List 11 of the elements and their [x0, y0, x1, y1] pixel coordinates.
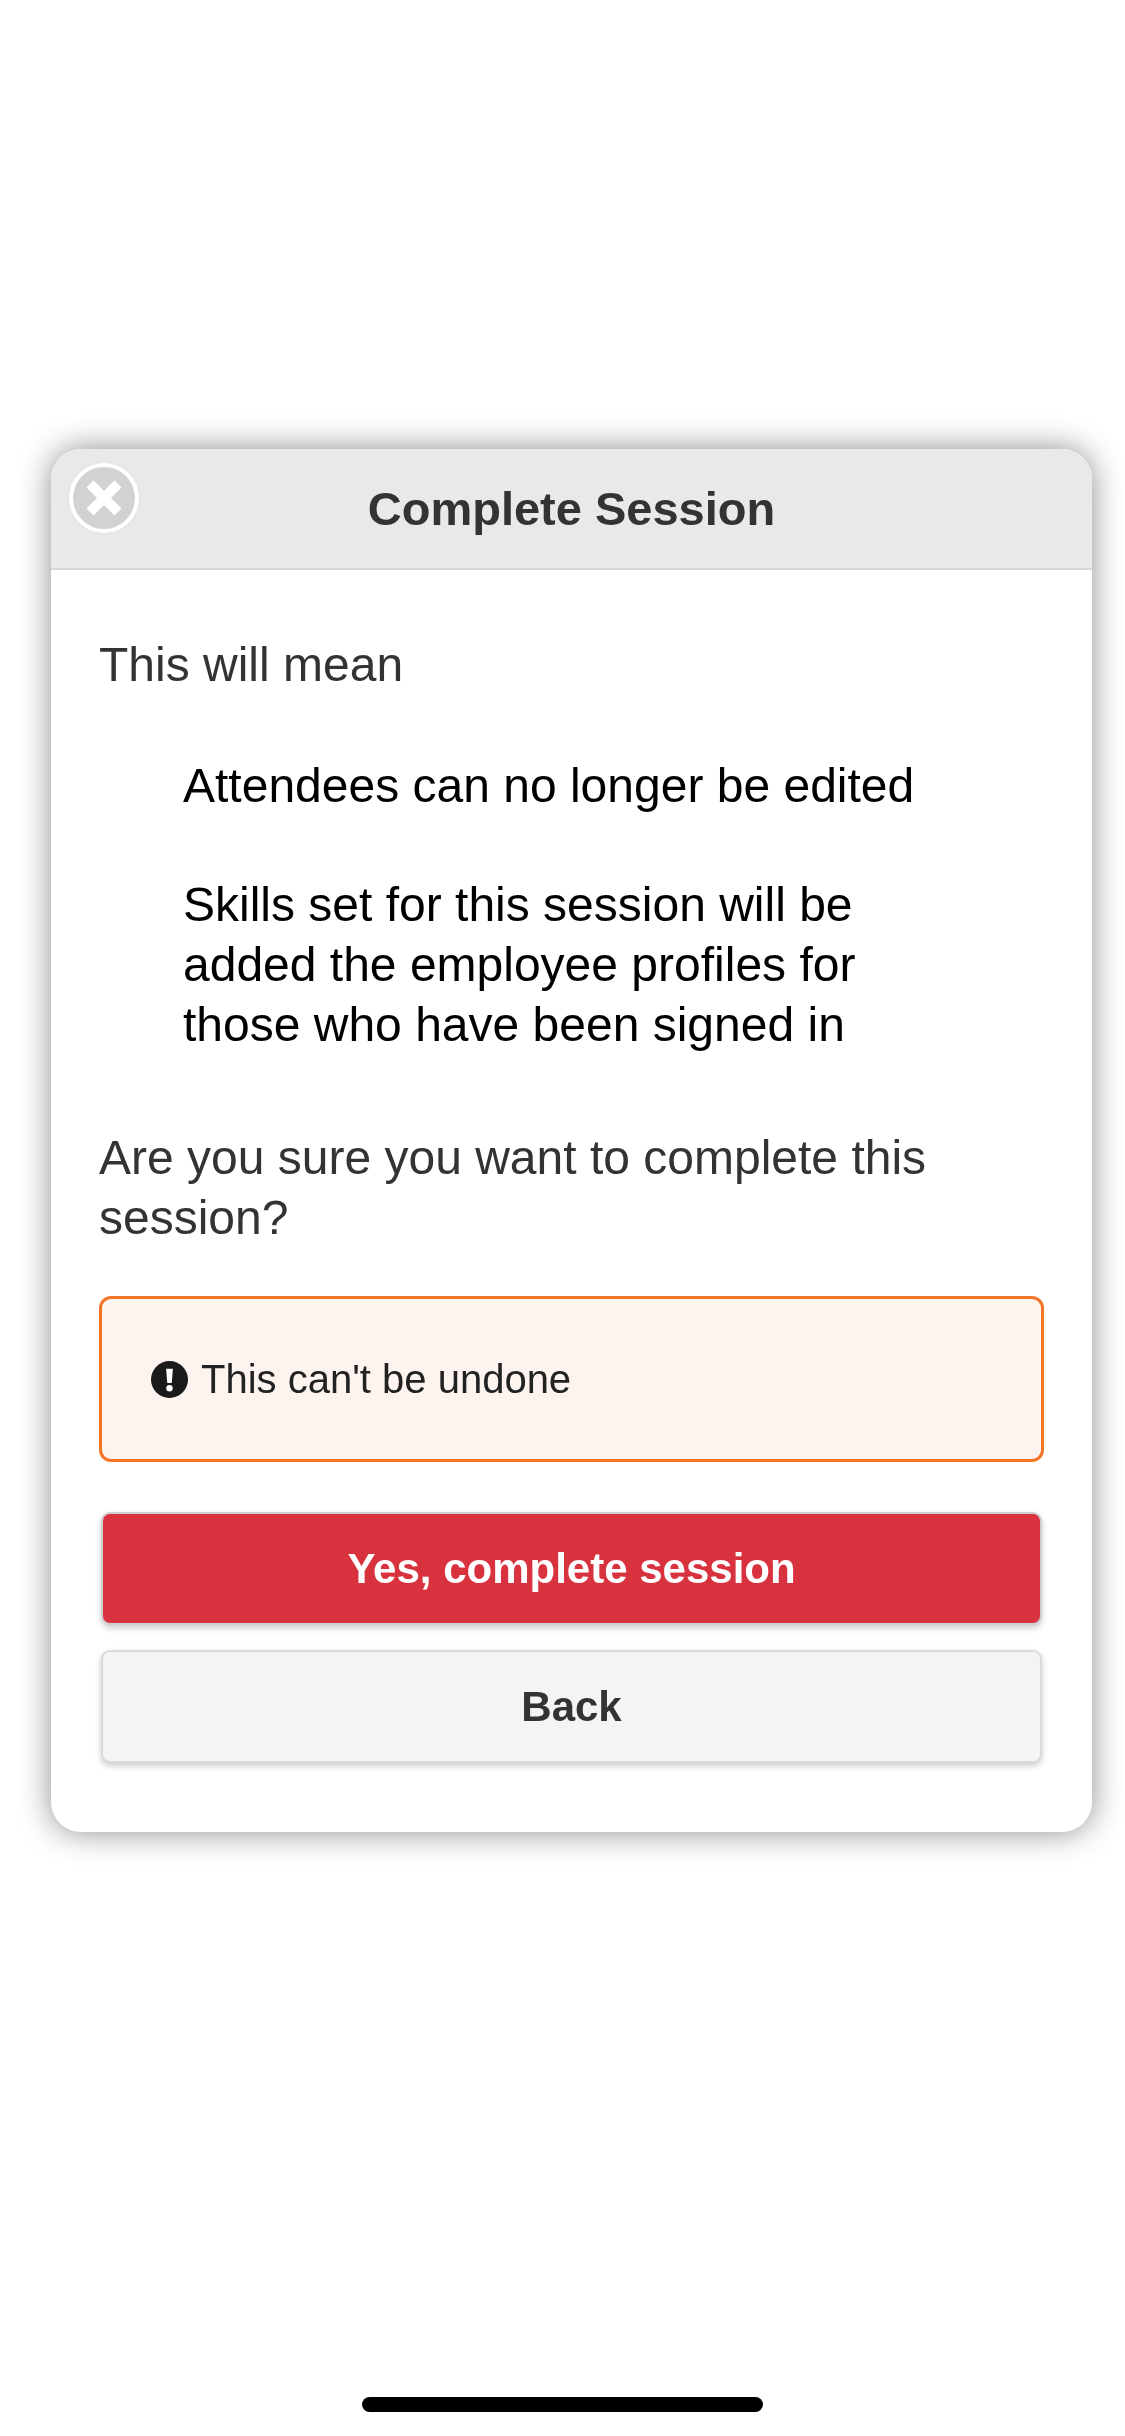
exclamation-icon [151, 1360, 188, 1398]
consequence-text: Skills set for this session will be added the employee profiles for those who have been signed in [183, 877, 857, 1053]
consequence-text: Attendees can no longer be edited [183, 758, 916, 814]
warning-text: This can't be undone [201, 1356, 572, 1403]
question-text: Are you sure you want to complete this session? [99, 1130, 928, 1246]
confirm-button[interactable]: Yes, complete session [101, 1512, 1042, 1625]
back-button[interactable]: Back [101, 1650, 1042, 1763]
intro-text: This will mean [99, 637, 405, 693]
close-icon [66, 460, 142, 536]
dialog-title: Complete Session [367, 480, 776, 537]
close-button[interactable] [66, 460, 142, 536]
